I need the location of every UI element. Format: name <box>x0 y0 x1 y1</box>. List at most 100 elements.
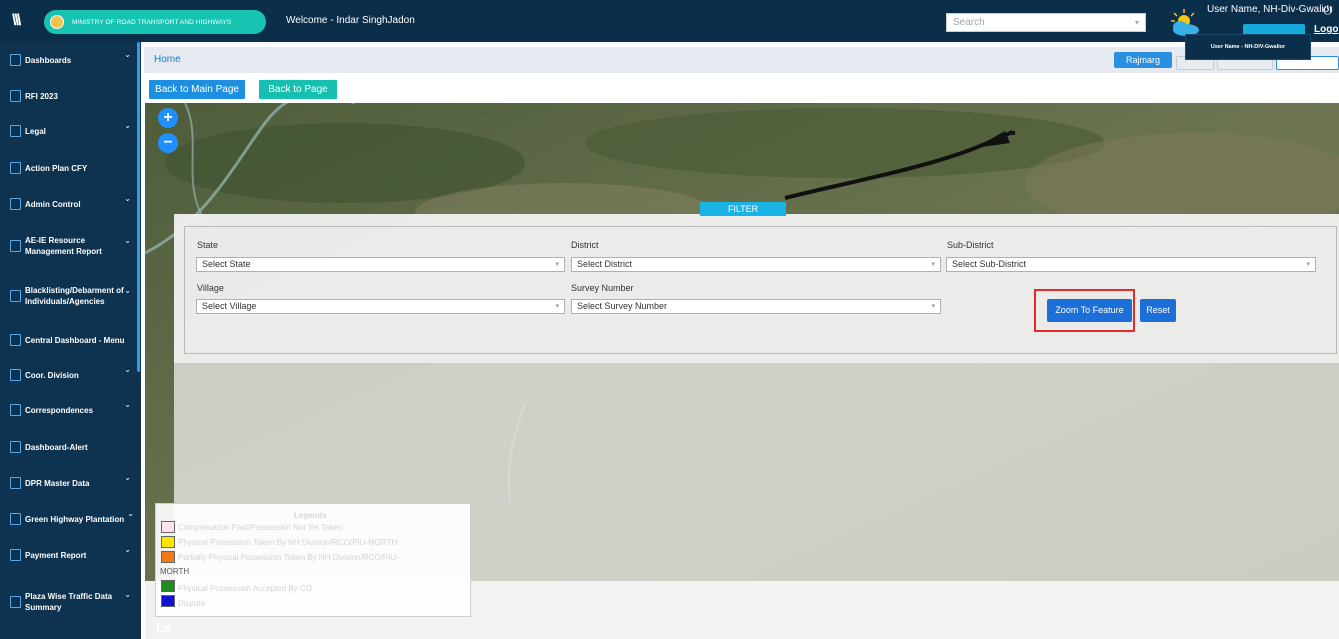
state-select[interactable]: Select State ▾ <box>196 257 565 272</box>
ministry-logo-pill[interactable]: MINISTRY OF ROAD TRANSPORT AND HIGHWAYS <box>44 10 266 34</box>
sidebar-item-label: DPR Master Data <box>25 478 90 488</box>
sidebar-item-label: Dashboard-Alert <box>25 442 88 452</box>
sub-district-select-value: Select Sub-District <box>952 259 1027 269</box>
sidebar-item-label: Coor. Division <box>25 370 79 380</box>
sidebar-item-coor-division[interactable]: Coor. Division ⌄ <box>0 357 136 393</box>
sidebar-item-green-highway[interactable]: Green Highway Plantation ⌄ <box>0 501 136 537</box>
folder-icon <box>10 513 21 525</box>
chevron-down-icon: ⌄ <box>124 400 131 409</box>
sidebar-item-payment-report[interactable]: Payment Report ⌄ <box>0 537 136 573</box>
chevron-down-icon: ⌄ <box>124 50 131 59</box>
legend-swatch <box>161 551 175 563</box>
chevron-down-icon: ▾ <box>555 303 559 310</box>
legend-swatch <box>161 536 175 548</box>
sidebar-item-label: Green Highway Plantation <box>25 514 125 524</box>
sub-district-label: Sub-District <box>947 240 994 250</box>
chevron-down-icon: ▾ <box>555 261 559 268</box>
sidebar-item-label: Payment Report <box>25 550 87 560</box>
emblem-icon <box>50 15 64 29</box>
sidebar-item-legal[interactable]: Legal ⌄ <box>0 113 136 149</box>
back-to-main-page-button[interactable]: Back to Main Page <box>149 80 245 99</box>
state-select-value: Select State <box>202 259 251 269</box>
filter-tab[interactable]: FILTER <box>700 202 786 216</box>
folder-icon <box>10 162 21 174</box>
legend-item: Partially Physical Possession Taken By N… <box>178 553 399 562</box>
sidebar-item-correspondences[interactable]: Correspondences ⌄ <box>0 392 136 428</box>
chevron-down-icon: ⌄ <box>124 545 131 554</box>
search-placeholder: Search <box>953 17 985 28</box>
legend-swatch <box>161 521 175 533</box>
district-label: District <box>571 240 599 250</box>
menu-toggle-icon[interactable]: \\\ <box>12 12 34 30</box>
sidebar-item-plaza-traffic[interactable]: Plaza Wise Traffic Data Summary ⌄ <box>0 582 136 622</box>
chevron-down-icon: ⌄ <box>124 286 131 295</box>
legend-swatch <box>161 580 175 592</box>
sidebar-item-ae-ie-resource[interactable]: AE-IE Resource Management Report ⌄ <box>0 228 136 264</box>
chevron-down-icon: ▾ <box>1306 261 1310 268</box>
sidebar-item-action-plan[interactable]: Action Plan CFY <box>0 150 136 186</box>
back-to-page-button[interactable]: Back to Page <box>259 80 337 99</box>
sidebar-item-label: RFI 2023 <box>25 91 58 101</box>
legend-title: Legends <box>294 511 327 520</box>
sidebar-item-label: Action Plan CFY <box>25 163 88 173</box>
legend-item-continuation: MORTH <box>160 567 190 576</box>
sidebar-item-dashboards[interactable]: Dashboards ⌄ <box>0 42 136 78</box>
sidebar-item-dashboard-alert[interactable]: Dashboard-Alert <box>0 429 136 465</box>
sidebar-item-blacklisting[interactable]: Blacklisting/Debarment of Individuals/Ag… <box>0 278 136 314</box>
sidebar-item-central-dashboard[interactable]: Central Dashboard - Menu <box>0 322 136 358</box>
chevron-down-icon: ⌄ <box>124 121 131 130</box>
rajmarg-button[interactable]: Rajmarg <box>1114 52 1172 68</box>
sidebar-scroll-thumb[interactable] <box>137 42 140 372</box>
search-dropdown-icon[interactable]: ▾ <box>1135 14 1139 31</box>
sidebar-scrollbar[interactable] <box>136 42 141 639</box>
survey-number-select[interactable]: Select Survey Number ▾ <box>571 299 941 314</box>
chevron-down-icon: ⌄ <box>124 365 131 374</box>
sidebar-item-label: Legal <box>25 126 46 136</box>
sidebar-item-label: AE-IE Resource Management Report <box>25 236 102 256</box>
folder-icon <box>10 334 21 346</box>
user-name-text[interactable]: User Name, NH-Div-Gwalior <box>1207 4 1333 15</box>
reset-button[interactable]: Reset <box>1140 299 1176 322</box>
folder-icon <box>10 90 21 102</box>
folder-icon <box>10 369 21 381</box>
village-select-value: Select Village <box>202 301 257 311</box>
village-label: Village <box>197 283 224 293</box>
folder-icon <box>10 441 21 453</box>
power-icon[interactable]: ⏻ <box>1323 3 1333 18</box>
chevron-down-icon: ⌄ <box>127 509 134 518</box>
chevron-down-icon: ⌄ <box>124 236 131 245</box>
sidebar-item-dpr-master[interactable]: DPR Master Data ⌄ <box>0 465 136 501</box>
legend-swatch <box>161 595 175 607</box>
chevron-down-icon: ▾ <box>931 261 935 268</box>
folder-icon <box>10 290 21 302</box>
district-select[interactable]: Select District ▾ <box>571 257 941 272</box>
sidebar-item-label: Blacklisting/Debarment of Individuals/Ag… <box>25 286 124 306</box>
zoom-out-button[interactable]: − <box>158 133 178 153</box>
logout-link[interactable]: Logo <box>1314 24 1338 35</box>
filter-form <box>184 226 1337 354</box>
chevron-down-icon: ▾ <box>931 303 935 310</box>
zoom-in-button[interactable]: + <box>158 108 178 128</box>
village-select[interactable]: Select Village ▾ <box>196 299 565 314</box>
folder-icon <box>10 596 21 608</box>
welcome-text: Welcome - Indar SinghJadon <box>286 15 415 26</box>
survey-number-label: Survey Number <box>571 283 634 293</box>
sidebar-item-admin-control[interactable]: Admin Control ⌄ <box>0 186 136 222</box>
folder-icon <box>10 404 21 416</box>
breadcrumb-home[interactable]: Home <box>154 54 181 65</box>
chevron-down-icon: ⌄ <box>124 473 131 482</box>
sidebar-item-rfi-2023[interactable]: RFI 2023 <box>0 78 136 114</box>
district-select-value: Select District <box>577 259 633 269</box>
legend-item: Dispute <box>178 599 206 608</box>
top-bar: \\\ MINISTRY OF ROAD TRANSPORT AND HIGHW… <box>0 0 1339 42</box>
sidebar-item-label: Admin Control <box>25 199 81 209</box>
search-input[interactable]: Search ▾ <box>946 13 1146 32</box>
chevron-down-icon: ⌄ <box>124 590 131 599</box>
sidebar-item-label: Central Dashboard - Menu <box>25 335 125 345</box>
user-dropdown[interactable]: User Name - NH-DIV-Gwalior <box>1185 34 1311 60</box>
folder-icon <box>10 477 21 489</box>
folder-icon <box>10 125 21 137</box>
sub-district-select[interactable]: Select Sub-District ▾ <box>946 257 1316 272</box>
survey-number-select-value: Select Survey Number <box>577 301 668 311</box>
folder-icon <box>10 549 21 561</box>
